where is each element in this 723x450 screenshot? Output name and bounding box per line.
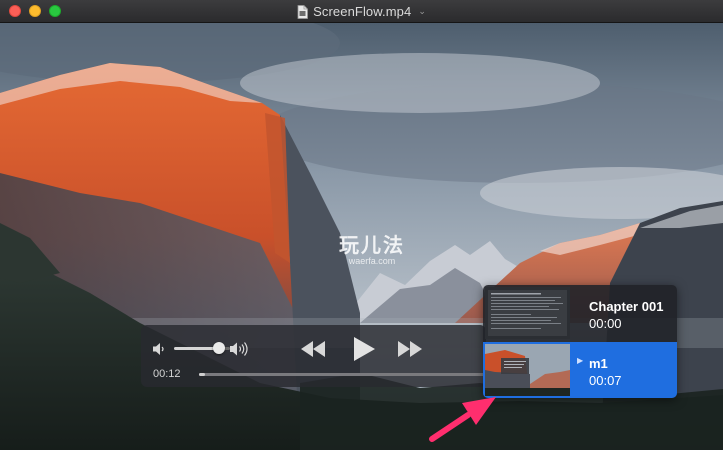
rewind-icon[interactable] <box>300 340 326 358</box>
playback-controls[interactable]: 00:12 <box>141 325 486 387</box>
title-menu-chevron-icon[interactable]: ⌄ <box>418 6 426 17</box>
chapter-item[interactable]: ▶ m1 00:07 <box>483 342 677 398</box>
speaker-high-icon[interactable] <box>229 341 251 357</box>
chapter-thumbnail <box>485 287 570 339</box>
window-title-group[interactable]: ScreenFlow.mp4 ⌄ <box>0 0 723 23</box>
chapter-title: Chapter 001 <box>589 299 664 314</box>
current-chapter-play-icon: ▶ <box>577 356 584 365</box>
watermark-text: 玩儿法 <box>339 233 405 257</box>
timeline-progress <box>199 373 205 376</box>
quicktime-window: ScreenFlow.mp4 ⌄ 玩儿法 waerfa.com 00:12 Ch… <box>0 0 723 450</box>
chapter-title: m1 <box>589 356 608 371</box>
window-title: ScreenFlow.mp4 <box>313 4 412 19</box>
chapter-thumbnail <box>485 344 570 396</box>
play-icon[interactable] <box>352 336 376 362</box>
timeline-scrubber[interactable] <box>199 373 485 376</box>
watermark: 玩儿法 waerfa.com <box>332 229 412 266</box>
document-icon <box>297 4 309 19</box>
fast-forward-icon[interactable] <box>397 340 423 358</box>
annotation-arrow-icon <box>429 397 496 442</box>
elapsed-time: 00:12 <box>153 368 181 380</box>
chapter-item[interactable]: Chapter 001 00:00 <box>483 285 677 341</box>
chapter-time: 00:00 <box>589 316 622 331</box>
volume-slider-knob[interactable] <box>213 342 225 354</box>
speaker-low-icon[interactable] <box>152 342 167 356</box>
chapter-time: 00:07 <box>589 373 622 388</box>
title-bar[interactable]: ScreenFlow.mp4 ⌄ <box>0 0 723 23</box>
chapter-list[interactable]: Chapter 001 00:00 ▶ m1 00:07 <box>483 285 677 398</box>
